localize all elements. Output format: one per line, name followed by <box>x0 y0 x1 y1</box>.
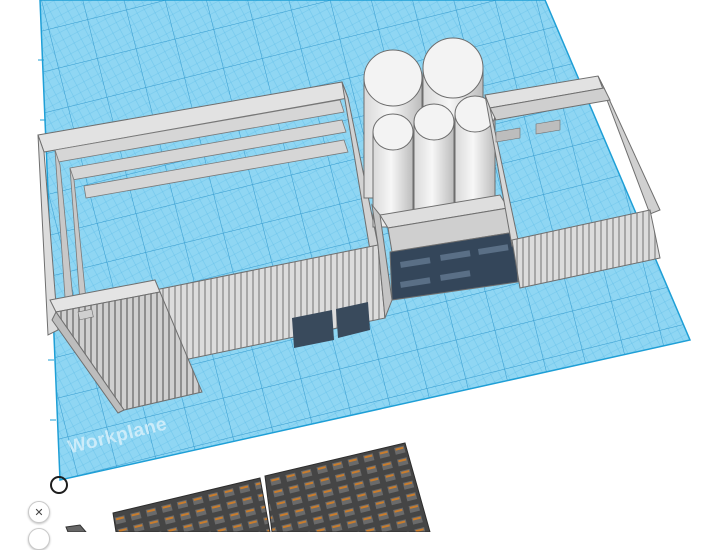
small-object[interactable] <box>65 524 87 532</box>
snap-ring-icon[interactable] <box>50 476 68 494</box>
scene-svg[interactable] <box>0 0 719 532</box>
3d-viewport[interactable]: Workplane ✕ <box>0 0 719 550</box>
close-icon-button[interactable]: ✕ <box>28 501 50 523</box>
close-icon: ✕ <box>34 505 44 519</box>
view-control-button[interactable] <box>28 528 50 550</box>
